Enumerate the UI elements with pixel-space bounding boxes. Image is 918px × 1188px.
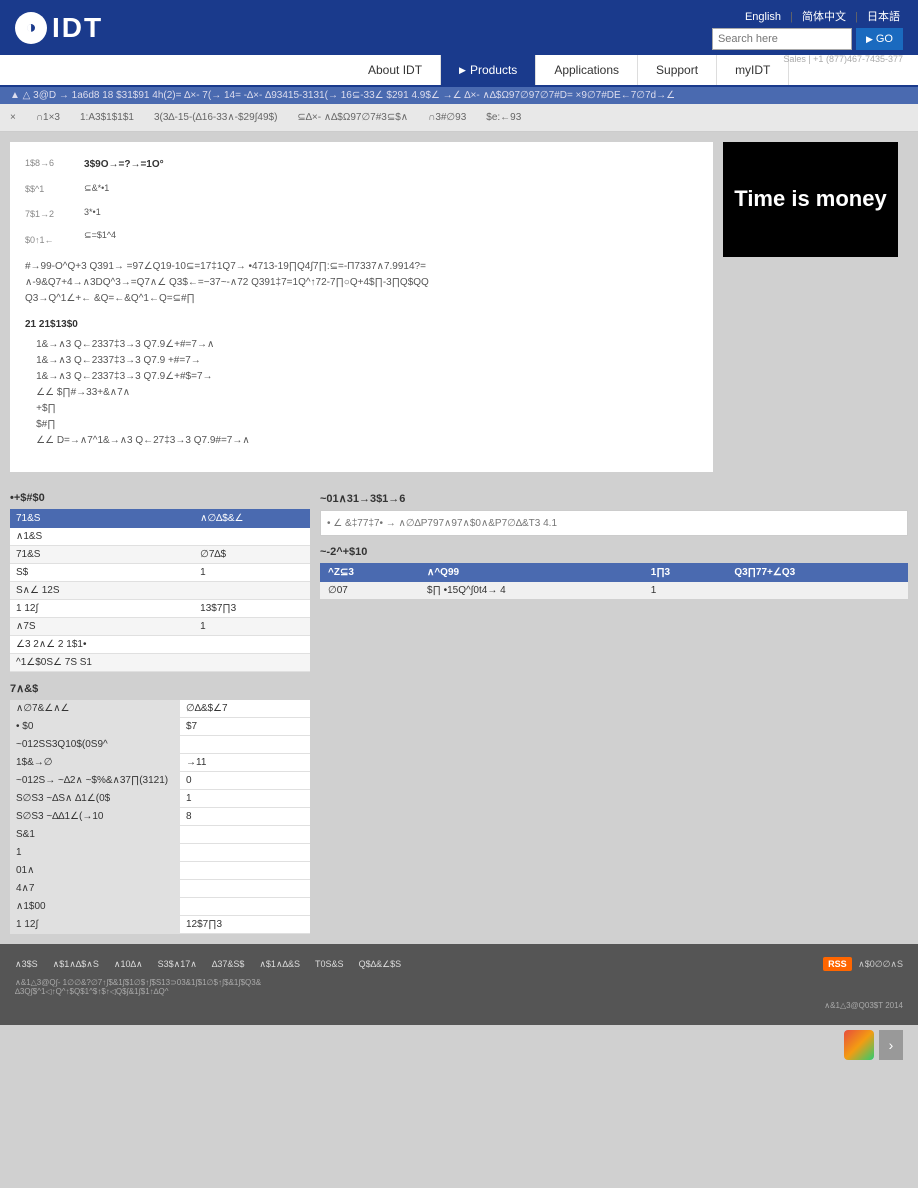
related-search-input[interactable] bbox=[320, 510, 908, 536]
spec-row: ∧∅7&∠∧∠∅∆&$∠7 bbox=[10, 700, 310, 718]
ordering-section-header: •+$#$0 bbox=[10, 492, 310, 504]
results-table: ^Z⊆3 ∧^Q99 1∏3 Q3∏77+∠Q3 ∅07 $∏ •15Q^∫0t… bbox=[320, 563, 908, 599]
table-row: ∠3 2∧∠ 2 1$1• bbox=[10, 636, 310, 654]
logo-text: IDT bbox=[52, 12, 103, 44]
result-row: ∅07 $∏ •15Q^∫0t4→ 4 1 bbox=[320, 582, 908, 599]
next-arrow-button[interactable]: › bbox=[879, 1030, 903, 1060]
attrs-section: 21 21$13$0 1&→∧3 Q←2337‡3→3 Q7.9∠+#=7→∧ … bbox=[25, 317, 698, 449]
spec-row: ~012S→ ~∆2∧ ~$%&∧37∏(3121)0 bbox=[10, 772, 310, 790]
footer-links: ∧3$S ∧$1∧∆$∧S ∧10∆∧ S3$∧17∧ ∆37&S$ ∧$1∧∆… bbox=[15, 959, 401, 970]
footer-link-6[interactable]: ∧$1∧∆&S bbox=[259, 959, 300, 970]
content-right: Time is money bbox=[723, 142, 908, 482]
footer-link-7[interactable]: T0S&S bbox=[315, 959, 344, 970]
table-row: ^1∠$0S∠ 7S S1 bbox=[10, 654, 310, 672]
specs-table: ∧∅7&∠∧∠∅∆&$∠7 • $0$7 ~012SS3Q10$(0S9^ 1$… bbox=[10, 700, 310, 934]
rss-text: ∧$0∅∅∧S bbox=[858, 959, 903, 969]
table-row: S$1 bbox=[10, 564, 310, 582]
table-row: S∧∠ 12S bbox=[10, 582, 310, 600]
related-section-header: ~01∧31→3$1→6 bbox=[320, 492, 908, 505]
specs-header: 7∧&$ bbox=[10, 682, 908, 695]
logo-symbol: ◑ bbox=[26, 17, 37, 38]
col-header-2: ∧∅∆$&∠ bbox=[194, 509, 310, 528]
spec-row: 1$&→∅→11 bbox=[10, 754, 310, 772]
footer-link-8[interactable]: Q$∆&∠$S bbox=[359, 959, 402, 970]
search-row: GO bbox=[712, 28, 903, 50]
lang-links: English | 简体中文 | 日本語 bbox=[742, 8, 903, 24]
yoast-icon bbox=[844, 1030, 874, 1060]
part-label-col: 1$8→6 $$^1 7$1→2 $0↑1← bbox=[25, 157, 54, 247]
part-value-col: 3$9O→=?→=1O° ⊆&*•1 3*•1 ⊆=$1^4 bbox=[84, 157, 164, 247]
nav-support[interactable]: Support bbox=[638, 55, 717, 85]
table-row: 1 12∫13$7∏3 bbox=[10, 600, 310, 618]
footer-row: ∧3$S ∧$1∧∆$∧S ∧10∆∧ S3$∧17∧ ∆37&S$ ∧$1∧∆… bbox=[15, 959, 903, 970]
spec-row: S∅S3 ~∆S∧ ∆1∠(0$1 bbox=[10, 790, 310, 808]
specs-section: 7∧&$ ∧∅7&∠∧∠∅∆&$∠7 • $0$7 ~012SS3Q10$(0S… bbox=[0, 682, 918, 944]
result-col-3: 1∏3 bbox=[643, 563, 727, 582]
table-row: 71&S∅7∆$ bbox=[10, 546, 310, 564]
product-detail-box: 1$8→6 $$^1 7$1→2 $0↑1← 3$9O→=?→=1O° ⊆&*•… bbox=[10, 142, 713, 472]
header: ◑ IDT English | 简体中文 | 日本語 GO Sales | +1… bbox=[0, 0, 918, 55]
rss-area: RSS ∧$0∅∅∧S bbox=[823, 959, 903, 970]
table-row: ∧7S1 bbox=[10, 618, 310, 636]
header-right: English | 简体中文 | 日本語 GO Sales | +1 (877)… bbox=[712, 8, 903, 64]
lang-chinese[interactable]: 简体中文 bbox=[802, 11, 846, 23]
rss-badge: RSS bbox=[823, 957, 852, 971]
footer-link-1[interactable]: ∧3$S bbox=[15, 959, 38, 970]
col-header-1: 71&S bbox=[10, 509, 194, 528]
logo-area: ◑ IDT bbox=[15, 12, 103, 44]
spec-row: ~012SS3Q10$(0S9^ bbox=[10, 736, 310, 754]
breadcrumb: ▲ △ 3@D → 1a6d8 18 $31$91 4h(2)= ∆×- 7(→… bbox=[0, 87, 918, 104]
spec-row: S∅S3 ~∆∆1∠(→108 bbox=[10, 808, 310, 826]
advertisement-box: Time is money bbox=[723, 142, 898, 257]
logo-icon: ◑ bbox=[15, 12, 47, 44]
lang-english[interactable]: English bbox=[745, 11, 781, 23]
result-col-1: ^Z⊆3 bbox=[320, 563, 419, 582]
spec-row: 4∧7 bbox=[10, 880, 310, 898]
subnav-item-2[interactable]: ∩1×3 bbox=[36, 112, 60, 123]
lower-left: •+$#$0 71&S ∧∅∆$&∠ ∧1&S 71&S∅7∆$ S$1 S∧∠… bbox=[10, 492, 310, 672]
spec-row: ∧1$00 bbox=[10, 898, 310, 916]
title-row: 1$8→6 $$^1 7$1→2 $0↑1← 3$9O→=?→=1O° ⊆&*•… bbox=[25, 157, 698, 247]
lower-section: •+$#$0 71&S ∧∅∆$&∠ ∧1&S 71&S∅7∆$ S$1 S∧∠… bbox=[0, 492, 918, 682]
subnav-item-4[interactable]: 3(3∆-15-(∆16-33∧-$29∫49$) bbox=[154, 112, 277, 123]
ordering-table: 71&S ∧∅∆$&∠ ∧1&S 71&S∅7∆$ S$1 S∧∠ 12S 1 … bbox=[10, 509, 310, 672]
lower-right: ~01∧31→3$1→6 ~-2^+$10 ^Z⊆3 ∧^Q99 1∏3 Q3∏… bbox=[320, 492, 908, 672]
footer-link-2[interactable]: ∧$1∧∆$∧S bbox=[53, 959, 99, 970]
results-section-header: ~-2^+$10 bbox=[320, 546, 908, 558]
subnav-item-7[interactable]: $e:←93 bbox=[486, 112, 521, 123]
search-input[interactable] bbox=[712, 28, 852, 50]
footer: ∧3$S ∧$1∧∆$∧S ∧10∆∧ S3$∧17∧ ∆37&S$ ∧$1∧∆… bbox=[0, 944, 918, 1025]
nav-products[interactable]: ▶ Products bbox=[441, 55, 536, 85]
subnav-item-1[interactable]: × bbox=[10, 112, 16, 123]
subnav: × ∩1×3 1:A3$1$1$1 3(3∆-15-(∆16-33∧-$29∫4… bbox=[0, 104, 918, 132]
subnav-item-3[interactable]: 1:A3$1$1$1 bbox=[80, 112, 134, 123]
table-row: ∧1&S bbox=[10, 528, 310, 546]
result-col-4: Q3∏77+∠Q3 bbox=[726, 563, 908, 582]
footer-link-5[interactable]: ∆37&S$ bbox=[212, 959, 245, 970]
content-left: 1$8→6 $$^1 7$1→2 $0↑1← 3$9O→=?→=1O° ⊆&*•… bbox=[10, 142, 713, 482]
contact-line: Sales | +1 (877)467-7435-377 bbox=[783, 54, 903, 64]
spec-row: 01∧ bbox=[10, 862, 310, 880]
spec-row: 1 bbox=[10, 844, 310, 862]
subnav-item-6[interactable]: ∩3#∅93 bbox=[428, 112, 466, 123]
spec-row: 1 12∫12$7∏3 bbox=[10, 916, 310, 934]
main-area: 1$8→6 $$^1 7$1→2 $0↑1← 3$9O→=?→=1O° ⊆&*•… bbox=[0, 132, 918, 492]
ad-text: Time is money bbox=[734, 185, 886, 214]
subnav-item-5[interactable]: ⊆∆×- ∧∆$Ω97∅7#3⊆$∧ bbox=[297, 112, 408, 123]
footer-link-4[interactable]: S3$∧17∧ bbox=[158, 959, 197, 970]
go-button[interactable]: GO bbox=[856, 28, 903, 50]
result-col-2: ∧^Q99 bbox=[419, 563, 643, 582]
bottom-toolbar: › bbox=[0, 1025, 918, 1065]
nav-about[interactable]: About IDT bbox=[350, 55, 441, 85]
spec-row: • $0$7 bbox=[10, 718, 310, 736]
nav-applications[interactable]: Applications bbox=[536, 55, 638, 85]
spec-row: S&1 bbox=[10, 826, 310, 844]
detail-text: #→99-O^Q+3 Q391→ =97∠Q19-10⊆=17‡1Q7→ •47… bbox=[25, 259, 698, 307]
lang-japanese[interactable]: 日本語 bbox=[867, 11, 900, 23]
footer-link-3[interactable]: ∧10∆∧ bbox=[114, 959, 143, 970]
footer-legal: ∧&1△3@Q∫- 1∅∅&?∅7↑∫$&1∫$1∅$↑∫$S13⊃03&1∫$… bbox=[15, 978, 903, 1010]
